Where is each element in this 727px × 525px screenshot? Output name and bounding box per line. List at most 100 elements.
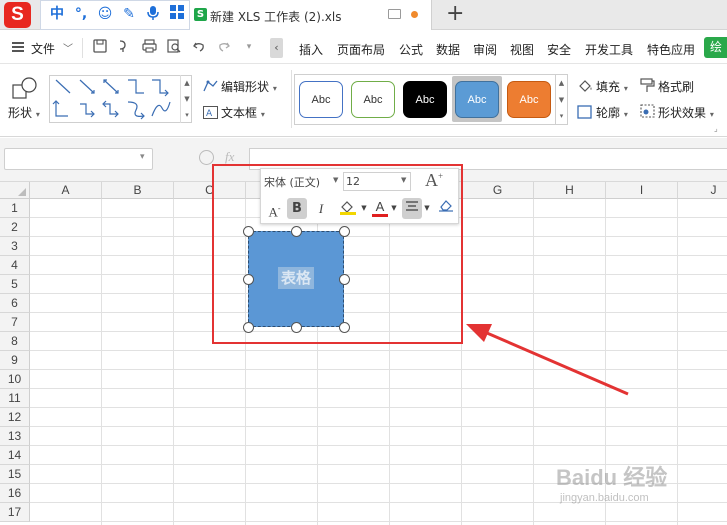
print-preview-icon[interactable] bbox=[166, 39, 182, 55]
outline-button[interactable]: 轮廓 ▾ bbox=[596, 104, 628, 121]
fill-button[interactable]: 填充 ▾ bbox=[596, 78, 628, 95]
row-header-2[interactable]: 2 bbox=[0, 218, 30, 237]
menu-item-insert[interactable]: 插入 bbox=[299, 41, 323, 58]
row-header-4[interactable]: 4 bbox=[0, 256, 30, 275]
scroll-up-icon[interactable]: ▲ bbox=[556, 75, 567, 92]
menu-item-special-apps[interactable]: 特色应用 bbox=[647, 41, 695, 58]
style-swatch-green-outline[interactable]: Abc bbox=[351, 81, 395, 118]
style-swatch-blue-outline[interactable]: Abc bbox=[299, 81, 343, 118]
row-header-8[interactable]: 8 bbox=[0, 332, 30, 351]
column-header-a[interactable]: A bbox=[30, 182, 102, 199]
menu-item-security[interactable]: 安全 bbox=[547, 41, 571, 58]
textbox-button[interactable]: 文本框 ▾ bbox=[221, 104, 265, 121]
customize-toolbar-icon[interactable]: ▾ bbox=[241, 39, 257, 55]
ime-voice-icon[interactable] bbox=[144, 5, 162, 23]
row-header-11[interactable]: 11 bbox=[0, 389, 30, 408]
ribbon-scroll-left-button[interactable]: ‹ bbox=[270, 38, 283, 58]
zoom-icon[interactable] bbox=[199, 150, 214, 165]
chevron-down-icon[interactable]: ﹀ bbox=[63, 40, 73, 55]
spreadsheet-file-icon: S bbox=[194, 8, 207, 21]
save-icon[interactable] bbox=[92, 39, 108, 55]
style-swatch-orange-fill[interactable]: Abc bbox=[507, 81, 551, 118]
edit-shape-icon[interactable] bbox=[203, 80, 218, 96]
redo-icon[interactable] bbox=[216, 39, 232, 55]
row-header-5[interactable]: 5 bbox=[0, 275, 30, 294]
ime-punctuation-icon[interactable]: °, bbox=[72, 5, 90, 23]
export-pdf-icon[interactable] bbox=[116, 39, 132, 55]
row-header-13[interactable]: 13 bbox=[0, 427, 30, 446]
row-header-6[interactable]: 6 bbox=[0, 294, 30, 313]
insert-function-button[interactable]: fx bbox=[225, 149, 234, 165]
shape-effect-button[interactable]: 形状效果 ▾ bbox=[658, 104, 714, 121]
fill-bucket-icon[interactable] bbox=[577, 79, 593, 96]
line-shapes-gallery[interactable] bbox=[50, 76, 180, 122]
chevron-down-icon[interactable]: ▾ bbox=[140, 152, 145, 162]
print-icon[interactable] bbox=[141, 39, 157, 55]
row-header-17[interactable]: 17 bbox=[0, 503, 30, 522]
scroll-down-icon[interactable]: ▼ bbox=[556, 92, 567, 109]
column-header-b[interactable]: B bbox=[102, 182, 174, 199]
grid-line bbox=[30, 521, 727, 522]
grid-line bbox=[30, 445, 727, 446]
style-swatch-blue-fill[interactable]: Abc bbox=[455, 81, 499, 118]
row-header-3[interactable]: 3 bbox=[0, 237, 30, 256]
undo-icon[interactable] bbox=[191, 39, 207, 55]
watermark-url: jingyan.baidu.com bbox=[560, 492, 649, 504]
monitor-icon[interactable] bbox=[388, 9, 401, 19]
style-swatch-black-fill[interactable]: Abc bbox=[403, 81, 447, 118]
textbox-icon[interactable]: A bbox=[203, 106, 218, 122]
column-header-g[interactable]: G bbox=[462, 182, 534, 199]
annotation-highlight-box bbox=[212, 164, 463, 344]
column-header-j[interactable]: J bbox=[678, 182, 727, 199]
ime-handwriting-icon[interactable]: ✎ bbox=[120, 5, 138, 23]
menu-item-review[interactable]: 审阅 bbox=[473, 41, 497, 58]
scroll-down-icon[interactable]: ▼ bbox=[181, 91, 193, 107]
document-tab-title: 新建 XLS 工作表 (2).xls bbox=[210, 10, 342, 24]
ime-toolbox-icon[interactable] bbox=[168, 5, 186, 23]
menu-item-data[interactable]: 数据 bbox=[436, 41, 460, 58]
grid-line bbox=[101, 199, 102, 525]
annotation-arrow-icon bbox=[466, 324, 629, 396]
row-header-15[interactable]: 15 bbox=[0, 465, 30, 484]
row-header-14[interactable]: 14 bbox=[0, 446, 30, 465]
name-box[interactable] bbox=[4, 148, 153, 170]
column-header-h[interactable]: H bbox=[534, 182, 606, 199]
gallery-expand-icon[interactable]: ▾ bbox=[181, 107, 193, 123]
menu-item-developer-tools[interactable]: 开发工具 bbox=[585, 41, 633, 58]
row-header-12[interactable]: 12 bbox=[0, 408, 30, 427]
shape-gallery[interactable] bbox=[49, 75, 192, 123]
shape-gallery-scrollbar[interactable]: ▲ ▼ ▾ bbox=[180, 75, 192, 123]
hamburger-menu-icon[interactable] bbox=[12, 42, 24, 52]
gallery-expand-icon[interactable]: ▾ bbox=[556, 109, 567, 124]
grid-line bbox=[30, 407, 727, 408]
column-header-i[interactable]: I bbox=[606, 182, 678, 199]
row-header-16[interactable]: 16 bbox=[0, 484, 30, 503]
format-painter-button[interactable]: 格式刷 bbox=[658, 78, 694, 95]
row-header-10[interactable]: 10 bbox=[0, 370, 30, 389]
divider bbox=[291, 70, 292, 128]
menu-item-drawing-tools-active[interactable]: 绘 bbox=[704, 37, 727, 58]
format-painter-icon[interactable] bbox=[640, 78, 656, 96]
row-header-9[interactable]: 9 bbox=[0, 351, 30, 370]
new-tab-button[interactable]: + bbox=[446, 2, 464, 26]
style-gallery-scrollbar[interactable]: ▲ ▼ ▾ bbox=[556, 74, 568, 125]
menu-item-page-layout[interactable]: 页面布局 bbox=[337, 41, 385, 58]
ime-chinese-mode-icon[interactable]: 中 bbox=[48, 5, 66, 23]
edit-shape-button[interactable]: 编辑形状 ▾ bbox=[221, 78, 277, 95]
scroll-up-icon[interactable]: ▲ bbox=[181, 75, 193, 91]
shape-effect-icon[interactable] bbox=[640, 104, 656, 122]
shape-icon[interactable] bbox=[12, 77, 38, 99]
shape-button[interactable]: 形状 ▾ bbox=[8, 104, 40, 121]
unsaved-dot-icon bbox=[411, 11, 418, 18]
baidu-watermark: Baidu 经验 bbox=[556, 465, 668, 490]
menu-item-formulas[interactable]: 公式 bbox=[399, 41, 423, 58]
wps-logo-icon[interactable]: S bbox=[4, 2, 31, 28]
dialog-launcher-icon[interactable]: ⌟ bbox=[714, 124, 718, 133]
row-header-1[interactable]: 1 bbox=[0, 199, 30, 218]
row-header-7[interactable]: 7 bbox=[0, 313, 30, 332]
menu-item-view[interactable]: 视图 bbox=[510, 41, 534, 58]
ime-emoji-icon[interactable]: ☺ bbox=[96, 5, 114, 23]
select-all-corner[interactable] bbox=[0, 182, 30, 199]
file-menu[interactable]: 文件 bbox=[31, 40, 55, 57]
outline-icon[interactable] bbox=[577, 105, 592, 122]
